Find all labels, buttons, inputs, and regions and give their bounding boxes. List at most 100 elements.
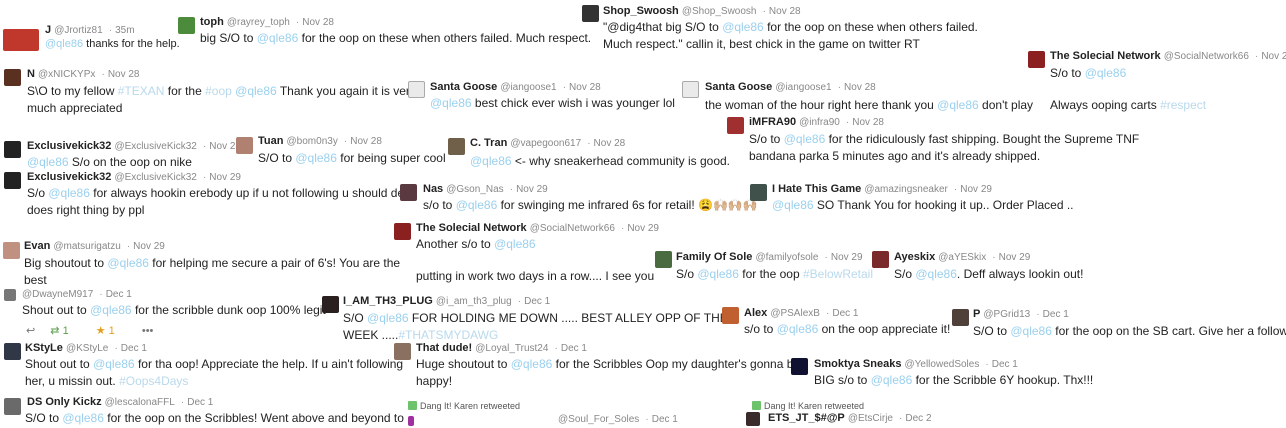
tweet-time[interactable]: Nov 29 [133,241,165,252]
avatar[interactable] [1028,51,1045,68]
tweet-evan[interactable]: Evan @matsurigatzu · Nov 29 Big shoutout … [3,238,403,288]
user-handle[interactable]: @vapegoon617 [510,138,581,149]
user-name[interactable]: I Hate This Game [772,183,861,195]
mention-link[interactable]: @qle86 [45,38,83,50]
mention-link[interactable]: @qle86 [430,96,472,110]
tweet-time[interactable]: 35m [115,25,134,36]
mention-link[interactable]: @qle86 [772,198,814,212]
tweet-time[interactable]: Nov 29 [209,172,241,183]
user-handle[interactable]: @SocialNetwork66 [1164,51,1249,62]
user-name[interactable]: N [27,68,35,80]
avatar[interactable] [722,307,739,324]
user-name[interactable]: Smoktya Sneaks [814,358,901,370]
avatar[interactable] [727,117,744,134]
tweet-solecial-1[interactable]: The Solecial Network @SocialNetwork66 · N… [1028,48,1286,112]
avatar[interactable] [791,358,808,375]
tweet-time[interactable]: Nov 29 [999,252,1031,263]
tweet-time[interactable]: Nov 29 [960,184,992,195]
avatar[interactable] [872,251,889,268]
mention-link[interactable]: @qle86 [235,84,277,98]
avatar[interactable] [408,416,414,426]
user-name[interactable]: The Solecial Network [416,222,527,234]
tweet-imfra90[interactable]: iMFRA90 @infra90 · Nov 28 S/o to @qle86 f… [727,114,1157,164]
tweet-time[interactable]: Nov 28 [1261,51,1286,62]
user-name[interactable]: Exclusivekick32 [27,171,111,183]
hashtag-link[interactable]: #respect [1160,98,1206,112]
avatar[interactable] [3,29,39,51]
tweet-ayeskix[interactable]: Ayeskix @aYESkix · Nov 29 S/o @qle86. Def… [872,249,1102,281]
avatar[interactable] [3,242,20,259]
avatar[interactable] [448,138,465,155]
mention-link[interactable]: @qle86 [871,373,913,387]
tweet-time[interactable]: Nov 29 [516,184,548,195]
tweet-time[interactable]: Nov 28 [769,6,801,17]
tweet-c-tran[interactable]: C. Tran @vapegoon617 · Nov 28 @qle86 <- w… [448,135,730,168]
mention-link[interactable]: @qle86 [915,267,957,281]
avatar[interactable] [750,184,767,201]
tweet-exclusivekick-1[interactable]: Exclusivekick32 @ExclusiveKick32 · Nov 28… [4,138,241,170]
user-handle[interactable]: @PSAlexB [770,308,820,319]
avatar[interactable] [400,184,417,201]
user-name[interactable]: Ayeskix [894,251,935,263]
user-name[interactable]: I_AM_TH3_PLUG [343,295,433,307]
tweet-time[interactable]: Nov 28 [302,17,334,28]
tweet-santa-goose-1[interactable]: Santa Goose @iangoose1 · Nov 28 @qle86 be… [408,79,678,111]
tweet-time[interactable]: Dec 1 [992,359,1018,370]
hashtag-link[interactable]: #BelowRetail [803,267,873,281]
user-handle[interactable]: @DwayneM917 [22,289,93,300]
user-name[interactable]: That dude! [416,342,472,354]
mention-link[interactable]: @qle86 [470,154,512,168]
user-name[interactable]: Santa Goose [430,81,497,93]
tweet-nas[interactable]: Nas @Gson_Nas · Nov 29 s/o to @qle86 for … [400,182,758,214]
avatar[interactable] [582,5,599,22]
mention-link[interactable]: @qle86 [93,357,135,371]
mention-link[interactable]: @qle86 [1085,66,1127,80]
user-handle[interactable]: @xNICKYPx [38,69,95,80]
tweet-kstyle[interactable]: KStyLe @KStyLe · Dec 1 Shout out to @qle8… [4,340,404,390]
tweet-time[interactable]: Dec 1 [524,296,550,307]
mention-link[interactable]: @qle86 [722,20,764,34]
user-handle[interactable]: @familyofsole [755,252,818,263]
tweet-alex[interactable]: Alex @PSAlexB · Dec 1 s/o to @qle86 on th… [722,305,952,337]
user-handle[interactable]: @matsurigatzu [53,241,120,252]
user-handle[interactable]: @i_am_th3_plug [436,296,512,307]
avatar[interactable] [4,398,21,415]
avatar[interactable] [4,172,21,189]
avatar[interactable] [4,141,21,158]
tweet-family-of-sole[interactable]: Family Of Sole @familyofsole · Nov 29 S/o… [655,249,873,281]
user-handle[interactable]: @EtsCirje [848,413,893,424]
user-handle[interactable]: @Shop_Swoosh [682,6,757,17]
mention-link[interactable]: @qle86 [784,132,826,146]
user-name[interactable]: Nas [423,183,443,195]
tweet-smoktya[interactable]: Smoktya Sneaks @YellowedSoles · Dec 1 BIG… [791,356,1121,388]
tweet-retweet-soul-for-soles[interactable]: Dang It! Karen retweeted @Soul_For_Soles… [408,398,708,428]
tweet-i-am-th3-plug[interactable]: I_AM_TH3_PLUG @i_am_th3_plug · Dec 1 S/O … [322,293,728,343]
user-handle[interactable]: @Loyal_Trust24 [475,343,548,354]
avatar[interactable] [4,343,21,360]
mention-link[interactable]: @qle86 [62,411,104,425]
retweet-icon[interactable]: ⇄ 1 [50,325,80,337]
user-name[interactable]: C. Tran [470,137,507,149]
avatar[interactable] [655,251,672,268]
user-handle[interactable]: @Jrortiz81 [54,25,103,36]
mention-link[interactable]: @qle86 [367,311,409,325]
tweet-tuan[interactable]: Tuan @bom0n3y · Nov 28 S/O to @qle86 for … [236,133,446,165]
user-handle[interactable]: @KStyLe [66,343,108,354]
user-handle[interactable]: @ExclusiveKick32 [114,172,196,183]
user-handle[interactable]: @lescalonaFFL [105,397,175,408]
user-name[interactable]: iMFRA90 [749,116,796,128]
tweet-time[interactable]: Dec 1 [561,343,587,354]
avatar[interactable] [746,412,760,426]
mention-link[interactable]: @qle86 [937,98,979,112]
user-handle[interactable]: @SocialNetwork66 [530,223,615,234]
tweet-dwayne[interactable]: @DwayneM917 · Dec 1 Shout out to @qle86 f… [4,287,326,339]
avatar[interactable] [322,296,339,313]
tweet-retweet-ets[interactable]: Dang It! Karen retweeted ETS_JT_$#@P @Et… [746,398,1052,428]
tweet-jrortiz[interactable]: J @Jrortiz81 · 35m @qle86 thanks for the … [3,24,180,54]
mention-link[interactable]: @qle86 [777,322,819,336]
hashtag-link[interactable]: #Oops4Days [119,374,188,388]
tweet-time[interactable]: Nov 28 [844,82,876,93]
user-name[interactable]: KStyLe [25,342,63,354]
mention-link[interactable]: @qle86 [257,31,299,45]
user-name[interactable]: The Solecial Network [1050,50,1161,62]
